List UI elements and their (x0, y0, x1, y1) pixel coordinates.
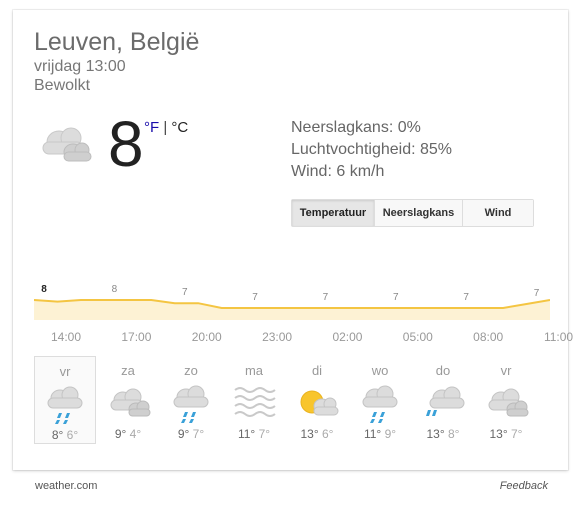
tab-wind[interactable]: Wind (462, 200, 533, 226)
forecast-low: 6° (66, 428, 79, 442)
time-tick-label: 20:00 (191, 330, 222, 344)
forecast-day[interactable]: vr 8° 6° (34, 356, 96, 444)
forecast-temperatures: 13° 7° (475, 427, 537, 441)
weather-card: Leuven, België vrijdag 13:00 Bewolkt 8 °… (13, 10, 573, 470)
forecast-temperatures: 13° 8° (412, 427, 474, 441)
rain-icon (362, 385, 398, 423)
wind-speed: Wind: 6 km/h (291, 163, 385, 180)
tab-temperature[interactable]: Temperatuur (292, 200, 374, 226)
daily-forecast: vr 8° 6° za 9° 4° zo 9° 7° ma 11° 7° di 13° 6° wo 1… (34, 356, 554, 446)
forecast-day[interactable]: do 13° 8° (412, 356, 474, 444)
forecast-temperatures: 8° 6° (35, 428, 95, 442)
forecast-high: 13° (300, 427, 319, 441)
forecast-low: 7° (258, 427, 271, 441)
forecast-low: 7° (192, 427, 205, 441)
temperature-area (34, 300, 550, 320)
forecast-day[interactable]: ma 11° 7° (223, 356, 285, 444)
forecast-low: 6° (322, 427, 334, 441)
forecast-high: 9° (177, 427, 190, 441)
fahrenheit-toggle[interactable]: °F (144, 119, 159, 136)
partly-sunny-icon (300, 390, 339, 416)
time-tick-label: 08:00 (473, 330, 504, 344)
forecast-day-name: za (121, 363, 135, 378)
unit-separator: | (159, 119, 172, 136)
forecast-day-name: do (435, 363, 451, 378)
condition-label: Bewolkt (34, 77, 91, 94)
forecast-high: 13° (489, 427, 508, 441)
chart-value-label: 7 (463, 292, 469, 303)
rain-icon (47, 386, 83, 424)
forecast-day-name: di (311, 363, 323, 378)
forecast-high: 13° (426, 427, 445, 441)
forecast-day-name: vr (500, 363, 512, 378)
celsius-toggle[interactable]: °C (171, 119, 188, 136)
forecast-day-name: wo (371, 363, 389, 378)
time-tick-label: 17:00 (121, 330, 152, 344)
chart-value-label: 7 (393, 292, 399, 303)
forecast-temperatures: 11° 9° (349, 427, 411, 441)
forecast-high: 11° (237, 427, 256, 441)
rain-cloudy-icon (426, 386, 465, 416)
forecast-day[interactable]: wo 11° 9° (349, 356, 411, 444)
forecast-temperatures: 11° 7° (223, 427, 285, 441)
chart-value-label: 7 (323, 292, 329, 303)
forecast-temperatures: 9° 4° (97, 427, 159, 441)
forecast-high: 8° (51, 428, 64, 442)
forecast-temperatures: 9° 7° (160, 427, 222, 441)
current-temperature: 8 (108, 108, 144, 180)
forecast-temperatures: 13° 6° (286, 427, 348, 441)
forecast-low: 9° (384, 427, 397, 441)
location-title: Leuven, België (34, 28, 200, 56)
time-tick-label: 11:00 (543, 330, 574, 344)
chart-value-label: 7 (252, 292, 258, 303)
chart-tabs: Temperatuur Neerslagkans Wind (291, 199, 534, 227)
forecast-day[interactable]: za 9° 4° (97, 356, 159, 444)
forecast-low: 8° (448, 427, 460, 441)
forecast-high: 11° (363, 427, 382, 441)
chart-value-label: 8 (41, 284, 47, 295)
precipitation-chance: Neerslagkans: 0% (291, 119, 421, 136)
forecast-day-name: ma (244, 363, 264, 378)
forecast-day[interactable]: di 13° 6° (286, 356, 348, 444)
unit-switcher: °F | °C (144, 119, 188, 136)
chart-value-label: 7 (534, 288, 540, 299)
forecast-day-name: vr (59, 364, 71, 379)
cloudy-icon (42, 127, 92, 162)
tab-precipitation[interactable]: Neerslagkans (374, 200, 462, 226)
cloudy-icon (110, 388, 151, 417)
cloudy-icon (488, 388, 529, 417)
source-link[interactable]: weather.com (35, 480, 97, 492)
temperature-chart[interactable]: 8 8 7 7 7 7 7 7 (34, 268, 550, 320)
weather-details: Neerslagkans: 0% Luchtvochtigheid: 85% W… (291, 117, 452, 183)
time-tick-label: 02:00 (332, 330, 363, 344)
chart-value-label: 7 (182, 287, 188, 298)
humidity: Luchtvochtigheid: 85% (291, 141, 452, 158)
time-axis: 14:00 17:00 20:00 23:00 02:00 05:00 08:00 11:00 (34, 330, 573, 346)
forecast-high: 9° (114, 427, 127, 441)
forecast-day[interactable]: vr 13° 7° (475, 356, 537, 444)
forecast-low: 4° (129, 427, 142, 441)
forecast-day[interactable]: zo 9° 7° (160, 356, 222, 444)
chart-value-label: 8 (112, 284, 118, 295)
time-tick-label: 14:00 (50, 330, 82, 344)
forecast-low: 7° (511, 427, 523, 441)
datetime-label: vrijdag 13:00 (34, 58, 126, 75)
forecast-day-name: zo (184, 363, 198, 378)
feedback-link[interactable]: Feedback (500, 480, 548, 492)
rain-icon (173, 385, 209, 423)
time-tick-label: 23:00 (262, 330, 293, 344)
time-tick-label: 05:00 (402, 330, 433, 344)
fog-icon (234, 387, 276, 417)
